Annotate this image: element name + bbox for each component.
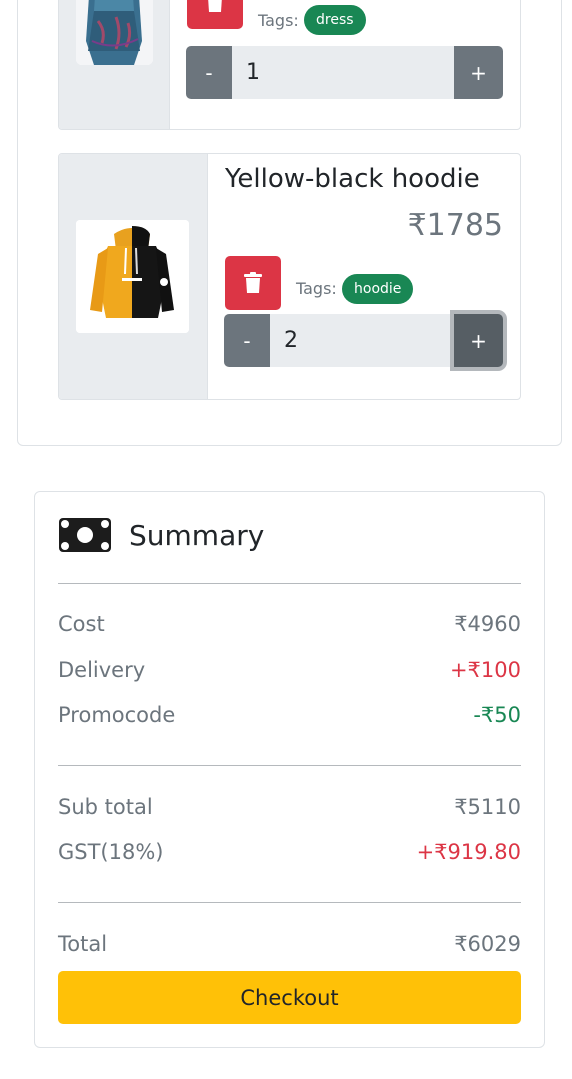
promocode-label: Promocode [58,703,176,727]
increase-quantity-button[interactable]: + [454,46,503,99]
gst-row: GST(18%) +₹919.80 [58,840,521,864]
quantity-input[interactable]: 2 [270,314,454,367]
summary-title: Summary [129,518,265,552]
promocode-row: Promocode -₹50 [58,703,521,727]
total-label: Total [58,932,108,956]
quantity-stepper: - 1 + [186,46,503,99]
cart-item-hoodie: Yellow-black hoodie ₹1785 Tags: hoodie -… [58,153,521,400]
cost-row: Cost ₹4960 [58,612,521,636]
divider [58,583,521,584]
decrease-quantity-button[interactable]: - [186,46,232,99]
tag-badge-hoodie: hoodie [342,274,414,304]
promocode-value: -₹50 [473,703,521,727]
total-value: ₹6029 [454,932,521,956]
increase-quantity-button[interactable]: + [454,314,503,367]
total-row: Total ₹6029 [58,932,521,956]
cart-item-dress: Tags: dress - 1 + [58,0,521,130]
gst-value: +₹919.80 [416,840,521,864]
delivery-row: Delivery +₹100 [58,658,521,682]
summary-header: Summary [59,518,264,552]
checkout-button[interactable]: Checkout [58,971,521,1024]
trash-icon [244,272,262,293]
divider [58,902,521,903]
dress-image[interactable] [76,0,153,65]
item-title: Yellow-black hoodie [225,164,480,194]
subtotal-value: ₹5110 [454,795,521,819]
subtotal-label: Sub total [58,795,153,819]
trash-icon [208,0,222,12]
delete-button[interactable] [187,0,243,29]
hoodie-image[interactable] [76,220,189,333]
delete-button[interactable] [225,256,281,310]
quantity-stepper: - 2 + [224,314,503,367]
gst-label: GST(18%) [58,840,164,864]
quantity-input[interactable]: 1 [232,46,454,99]
summary-card: Summary Cost ₹4960 Delivery +₹100 Promoc… [34,491,545,1048]
tags-label: Tags: [296,279,337,298]
tags-label: Tags: [258,11,299,30]
tag-badge-dress: dress [304,5,366,35]
cost-value: ₹4960 [454,612,521,636]
delivery-label: Delivery [58,658,146,682]
delivery-value: +₹100 [449,658,521,682]
decrease-quantity-button[interactable]: - [224,314,270,367]
cost-label: Cost [58,612,105,636]
money-icon [59,518,111,552]
item-price: ₹1785 [407,208,503,243]
item-image-column [59,154,208,399]
item-image-column [59,0,170,129]
subtotal-row: Sub total ₹5110 [58,795,521,819]
divider [58,765,521,766]
